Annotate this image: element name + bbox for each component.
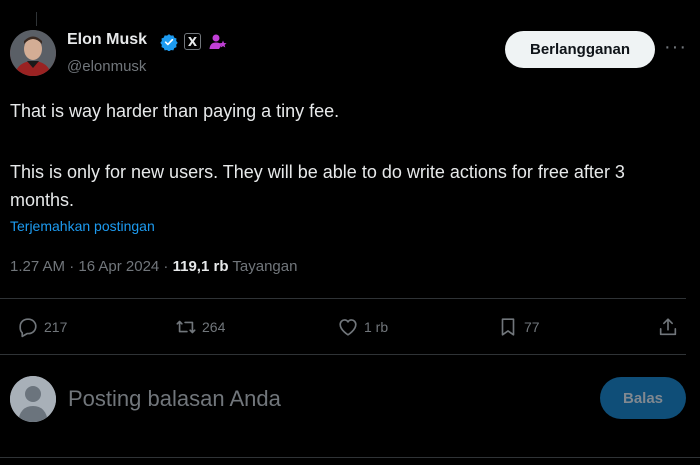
post-timestamp[interactable]: 1.27 AM · 16 Apr 2024 · xyxy=(10,258,173,275)
share-icon xyxy=(659,318,677,336)
repost-icon xyxy=(176,320,196,334)
reply-action[interactable]: 217 xyxy=(17,314,67,340)
top-edge-line xyxy=(36,12,37,26)
reply-input[interactable] xyxy=(68,384,488,414)
affiliate-person-icon xyxy=(208,32,228,52)
subscribe-button[interactable]: Berlangganan xyxy=(505,31,655,68)
divider-footer xyxy=(0,457,700,458)
views-label: Tayangan xyxy=(228,258,298,275)
divider-bottom xyxy=(0,354,686,355)
translate-post-link[interactable]: Terjemahkan postingan xyxy=(10,218,155,234)
heart-icon xyxy=(339,319,357,336)
view-count: 119,1 rb xyxy=(172,258,229,275)
share-action[interactable] xyxy=(657,314,684,340)
bookmark-count: 77 xyxy=(524,319,540,335)
current-user-avatar xyxy=(10,376,56,422)
post-meta: 1.27 AM · 16 Apr 2024 · 119,1 rb Tayanga… xyxy=(10,258,297,275)
post-text-line-1: That is way harder than paying a tiny fe… xyxy=(10,101,340,121)
reply-icon xyxy=(19,318,37,338)
reply-count: 217 xyxy=(44,319,68,335)
author-avatar[interactable] xyxy=(10,30,56,76)
bookmark-icon xyxy=(501,318,515,336)
like-count: 1 rb xyxy=(364,319,389,335)
verified-badge-icon xyxy=(160,33,178,52)
more-options-icon[interactable]: ··· xyxy=(664,36,687,59)
divider-top xyxy=(0,298,686,299)
repost-action[interactable]: 264 xyxy=(175,314,225,340)
reply-submit-button[interactable]: Balas xyxy=(600,377,686,419)
repost-count: 264 xyxy=(202,319,226,335)
post-text-line-2: This is only for new users. They will be… xyxy=(10,162,625,210)
author-name[interactable]: Elon Musk xyxy=(67,31,147,49)
bookmark-action[interactable]: 77 xyxy=(497,314,540,340)
x-affiliate-badge: X xyxy=(184,33,201,50)
like-action[interactable]: 1 rb xyxy=(337,314,388,340)
author-handle[interactable]: @elonmusk xyxy=(67,58,146,75)
